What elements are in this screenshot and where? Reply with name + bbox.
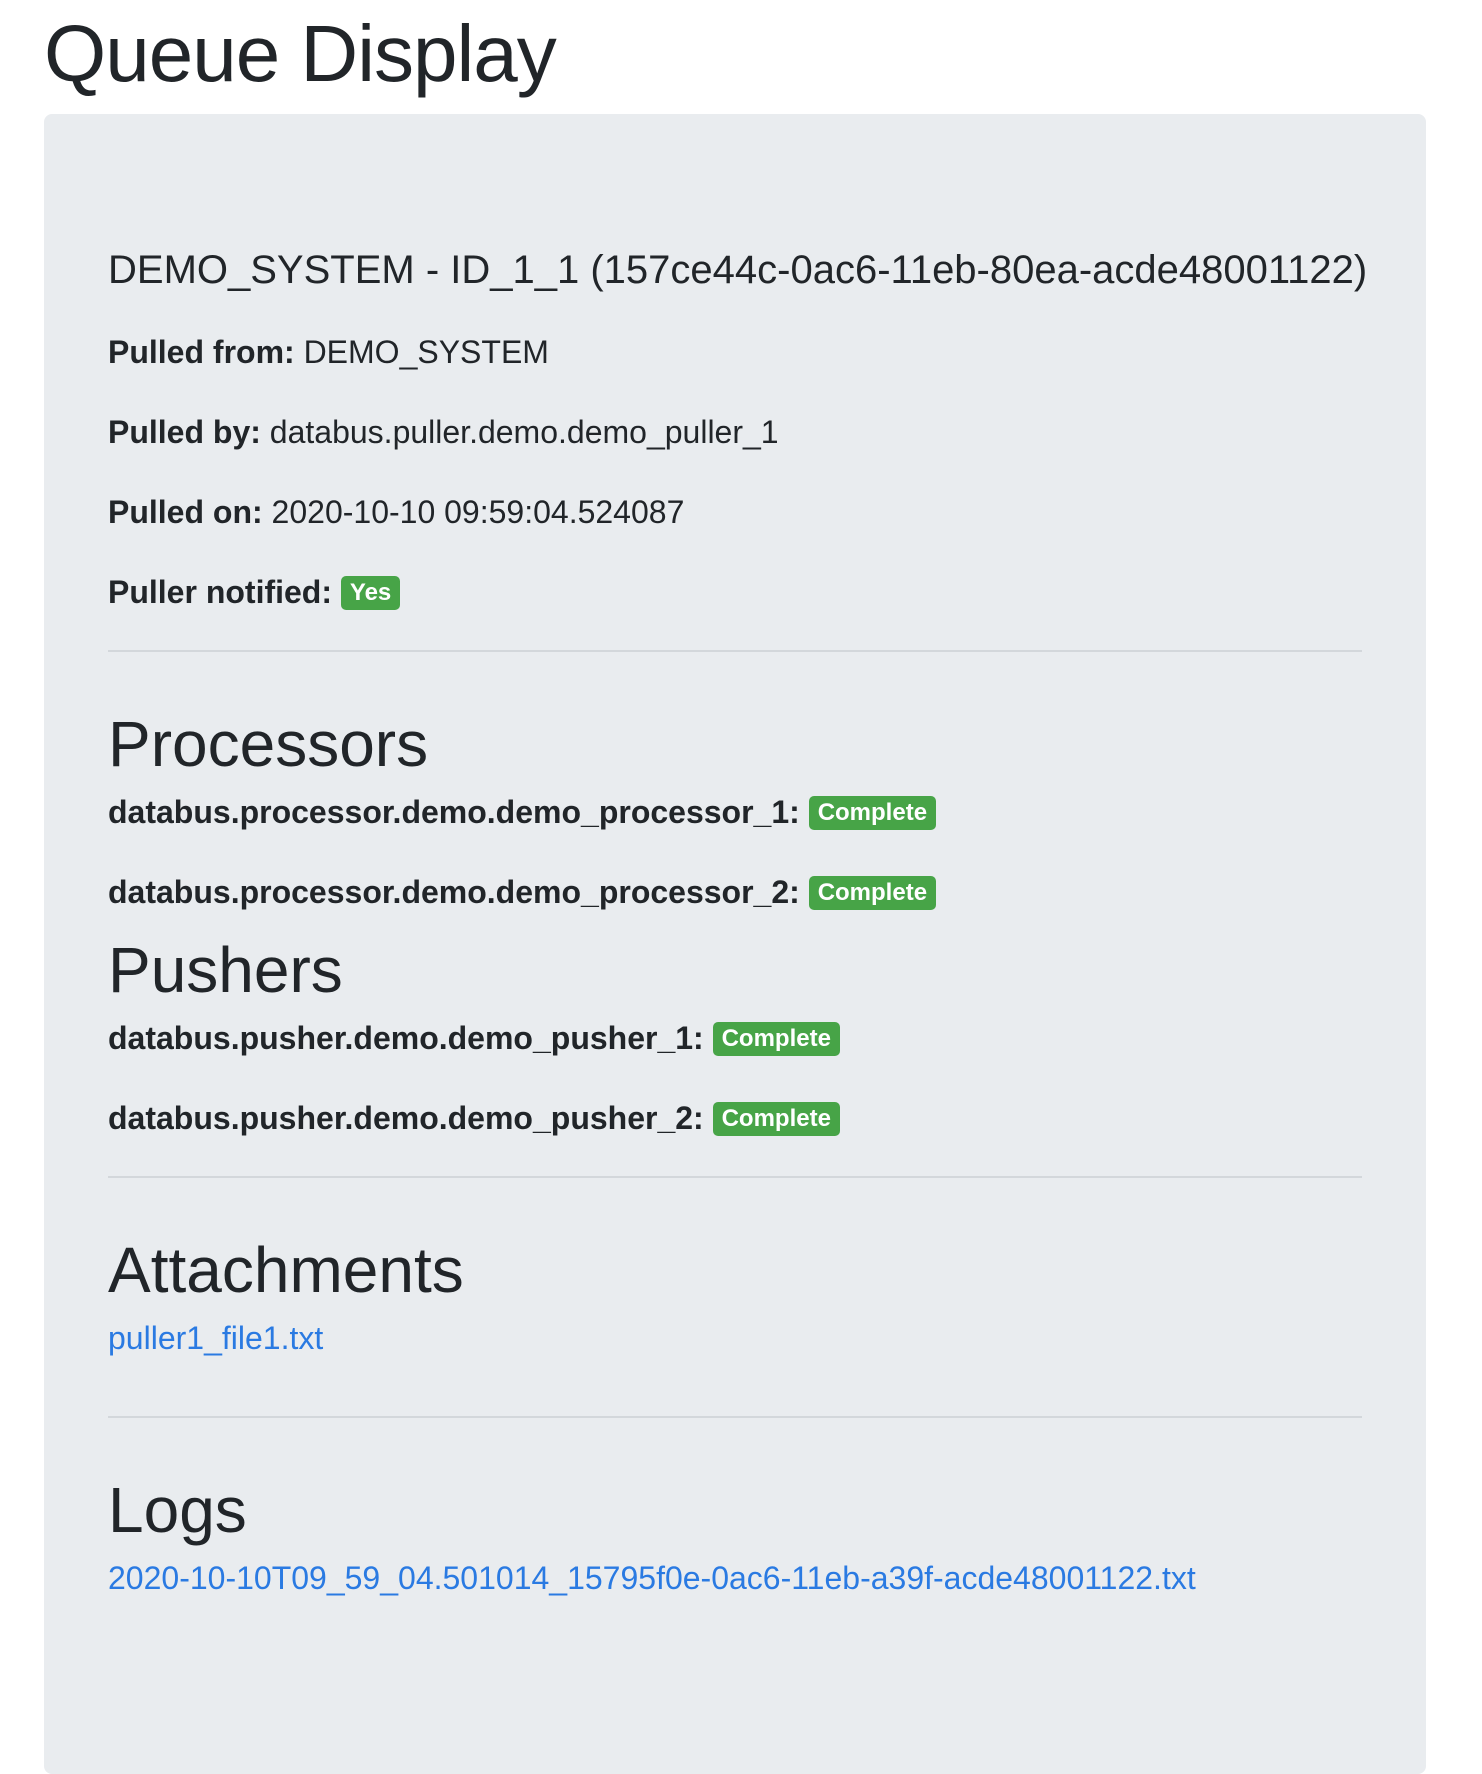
pushers-section: Pushers databus.pusher.demo.demo_pusher_… — [108, 934, 1362, 1140]
logs-heading: Logs — [108, 1474, 247, 1546]
divider — [108, 1176, 1362, 1178]
record-title: DEMO_SYSTEM - ID_1_1 (157ce44c-0ac6-11eb… — [108, 248, 1368, 292]
processors-section: Processors databus.processor.demo.demo_p… — [108, 708, 1362, 914]
processor-name: databus.processor.demo.demo_processor_1: — [108, 794, 800, 830]
pulled-by-field: Pulled by: databus.puller.demo.demo_pull… — [108, 410, 1362, 454]
field-label: Pulled by: — [108, 414, 261, 450]
status-badge: Complete — [808, 795, 937, 830]
processor-row: databus.processor.demo.demo_processor_2:… — [108, 870, 1362, 914]
field-label: Pulled from: — [108, 334, 295, 370]
pusher-row: databus.pusher.demo.demo_pusher_1: Compl… — [108, 1016, 1362, 1060]
field-label: Puller notified: — [108, 574, 332, 610]
pulled-on-field: Pulled on: 2020-10-10 09:59:04.524087 — [108, 490, 1362, 534]
pusher-name: databus.pusher.demo.demo_pusher_2: — [108, 1100, 704, 1136]
divider — [108, 1416, 1362, 1418]
status-badge: Yes — [340, 575, 401, 610]
field-label: Pulled on: — [108, 494, 263, 530]
puller-notified-field: Puller notified: Yes — [108, 570, 1362, 614]
field-value: databus.puller.demo.demo_puller_1 — [269, 414, 779, 450]
status-badge: Complete — [712, 1101, 840, 1136]
divider — [108, 650, 1362, 652]
attachments-heading: Attachments — [108, 1234, 464, 1306]
processor-row: databus.processor.demo.demo_processor_1:… — [108, 790, 1362, 834]
page-title: Queue Display — [44, 9, 557, 98]
log-file-link[interactable]: 2020-10-10T09_59_04.501014_15795f0e-0ac6… — [108, 1556, 1196, 1600]
status-badge: Complete — [808, 875, 937, 910]
status-badge: Complete — [712, 1021, 840, 1056]
logs-section: Logs 2020-10-10T09_59_04.501014_15795f0e… — [108, 1474, 1362, 1600]
pusher-name: databus.pusher.demo.demo_pusher_1: — [108, 1020, 704, 1056]
pusher-row: databus.pusher.demo.demo_pusher_2: Compl… — [108, 1096, 1362, 1140]
field-value: DEMO_SYSTEM — [303, 334, 549, 370]
queue-record-panel: DEMO_SYSTEM - ID_1_1 (157ce44c-0ac6-11eb… — [44, 114, 1426, 1774]
processor-name: databus.processor.demo.demo_processor_2: — [108, 874, 800, 910]
pulled-from-field: Pulled from: DEMO_SYSTEM — [108, 330, 1362, 374]
attachment-link[interactable]: puller1_file1.txt — [108, 1316, 323, 1360]
pushers-heading: Pushers — [108, 934, 343, 1006]
processors-heading: Processors — [108, 708, 429, 780]
field-value: 2020-10-10 09:59:04.524087 — [271, 494, 685, 530]
attachments-section: Attachments puller1_file1.txt — [108, 1234, 1362, 1360]
